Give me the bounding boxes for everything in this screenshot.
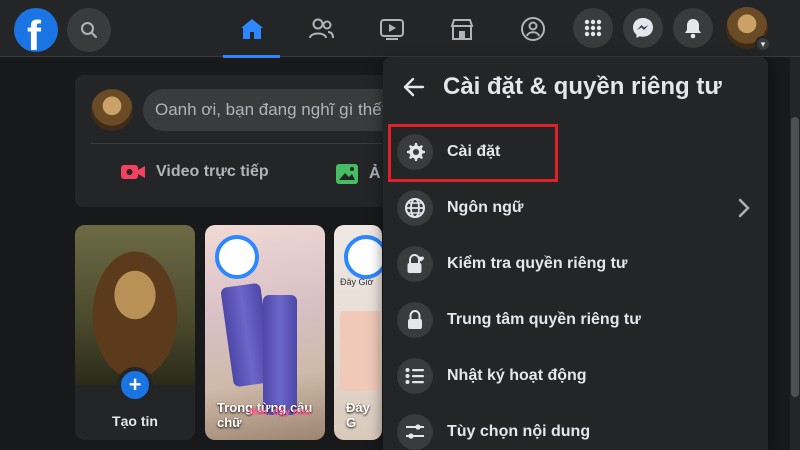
menu-item-label: Trung tâm quyền riêng tư [447,311,641,328]
settings-privacy-menu: Cài đặt & quyền riêng tư Cài đặt Ngôn ng… [383,57,768,450]
globe-icon [397,190,433,226]
avatar[interactable] [91,89,133,131]
menu-item-privacy-center[interactable]: Trung tâm quyền riêng tư [397,295,757,345]
story-image [340,311,380,391]
menu-item-label: Tùy chọn nội dung [447,423,591,440]
photo-video-button[interactable]: Ả [335,163,381,185]
notifications-button[interactable] [673,8,713,48]
live-video-button[interactable]: Video trực tiếp [120,163,269,181]
story-avatar [344,235,382,279]
tab-friends[interactable] [293,0,349,57]
menu-item-label: Ngôn ngữ [447,199,524,216]
story-profile-image [75,225,195,385]
menu-grid-button[interactable] [573,8,613,48]
create-story-label: Tạo tin [112,413,158,429]
chevron-down-icon[interactable]: ▾ [755,36,771,52]
lock-heart-icon [397,246,433,282]
menu-item-language[interactable]: Ngôn ngữ [397,183,757,233]
menu-item-label: Kiểm tra quyền riêng tư [447,255,628,272]
tab-watch[interactable] [364,0,420,57]
menu-item-activity-log[interactable]: Nhật ký hoạt động [397,351,757,401]
list-icon [397,358,433,394]
top-navigation-bar: f ▾ [0,0,800,58]
photo-icon [336,164,358,184]
menu-header: Cài đặt & quyền riêng tư [403,73,722,101]
chevron-right-icon [738,198,750,218]
story-caption: Đáy G [346,400,370,430]
logo-letter: f [27,12,41,52]
messenger-button[interactable] [623,8,663,48]
marketplace-icon [450,18,474,40]
product-image [263,295,297,415]
plus-icon[interactable]: + [117,367,153,403]
watch-icon [380,18,404,40]
photo-label: Ả [369,165,381,182]
lock-icon [397,302,433,338]
divider [91,143,395,144]
home-icon [240,18,263,39]
menu-item-privacy-checkup[interactable]: Kiểm tra quyền riêng tư [397,239,757,289]
scrollbar[interactable] [790,57,800,450]
live-video-label: Video trực tiếp [156,163,269,180]
live-video-icon [121,165,145,179]
post-composer: Oanh ơi, bạn đang nghĩ gì thế? Video trự… [75,75,403,207]
menu-grid-icon [584,19,602,37]
create-story-card[interactable]: + Tạo tin [75,225,195,440]
profile-avatar[interactable]: ▾ [726,7,771,52]
story-card[interactable]: Đây Giờ Đáy G [334,225,382,440]
facebook-logo[interactable]: f [14,8,58,52]
story-card[interactable]: Trong từng câu chữ Mới, đáy nha [205,225,325,440]
tab-groups[interactable] [505,0,561,57]
menu-item-label: Nhật ký hoạt động [447,367,587,384]
status-input[interactable]: Oanh ơi, bạn đang nghĩ gì thế? [143,89,403,131]
back-arrow-icon[interactable] [403,77,425,97]
story-avatar [215,235,259,279]
tab-home[interactable] [223,0,280,58]
menu-item-content-preferences[interactable]: Tùy chọn nội dung [397,407,757,450]
scrollbar-thumb[interactable] [791,117,799,397]
messenger-icon [633,18,653,38]
notifications-icon [685,19,701,39]
menu-title: Cài đặt & quyền riêng tư [443,73,722,100]
search-button[interactable] [67,8,111,52]
story-header-text: Đây Giờ [340,277,374,287]
highlight-annotation [388,124,558,182]
friends-icon [309,18,334,38]
sliders-icon [397,414,433,450]
groups-icon [521,16,545,41]
search-icon [81,22,97,38]
tab-marketplace[interactable] [434,0,490,57]
story-overlay-text: Mới, đáy nha [249,407,311,418]
